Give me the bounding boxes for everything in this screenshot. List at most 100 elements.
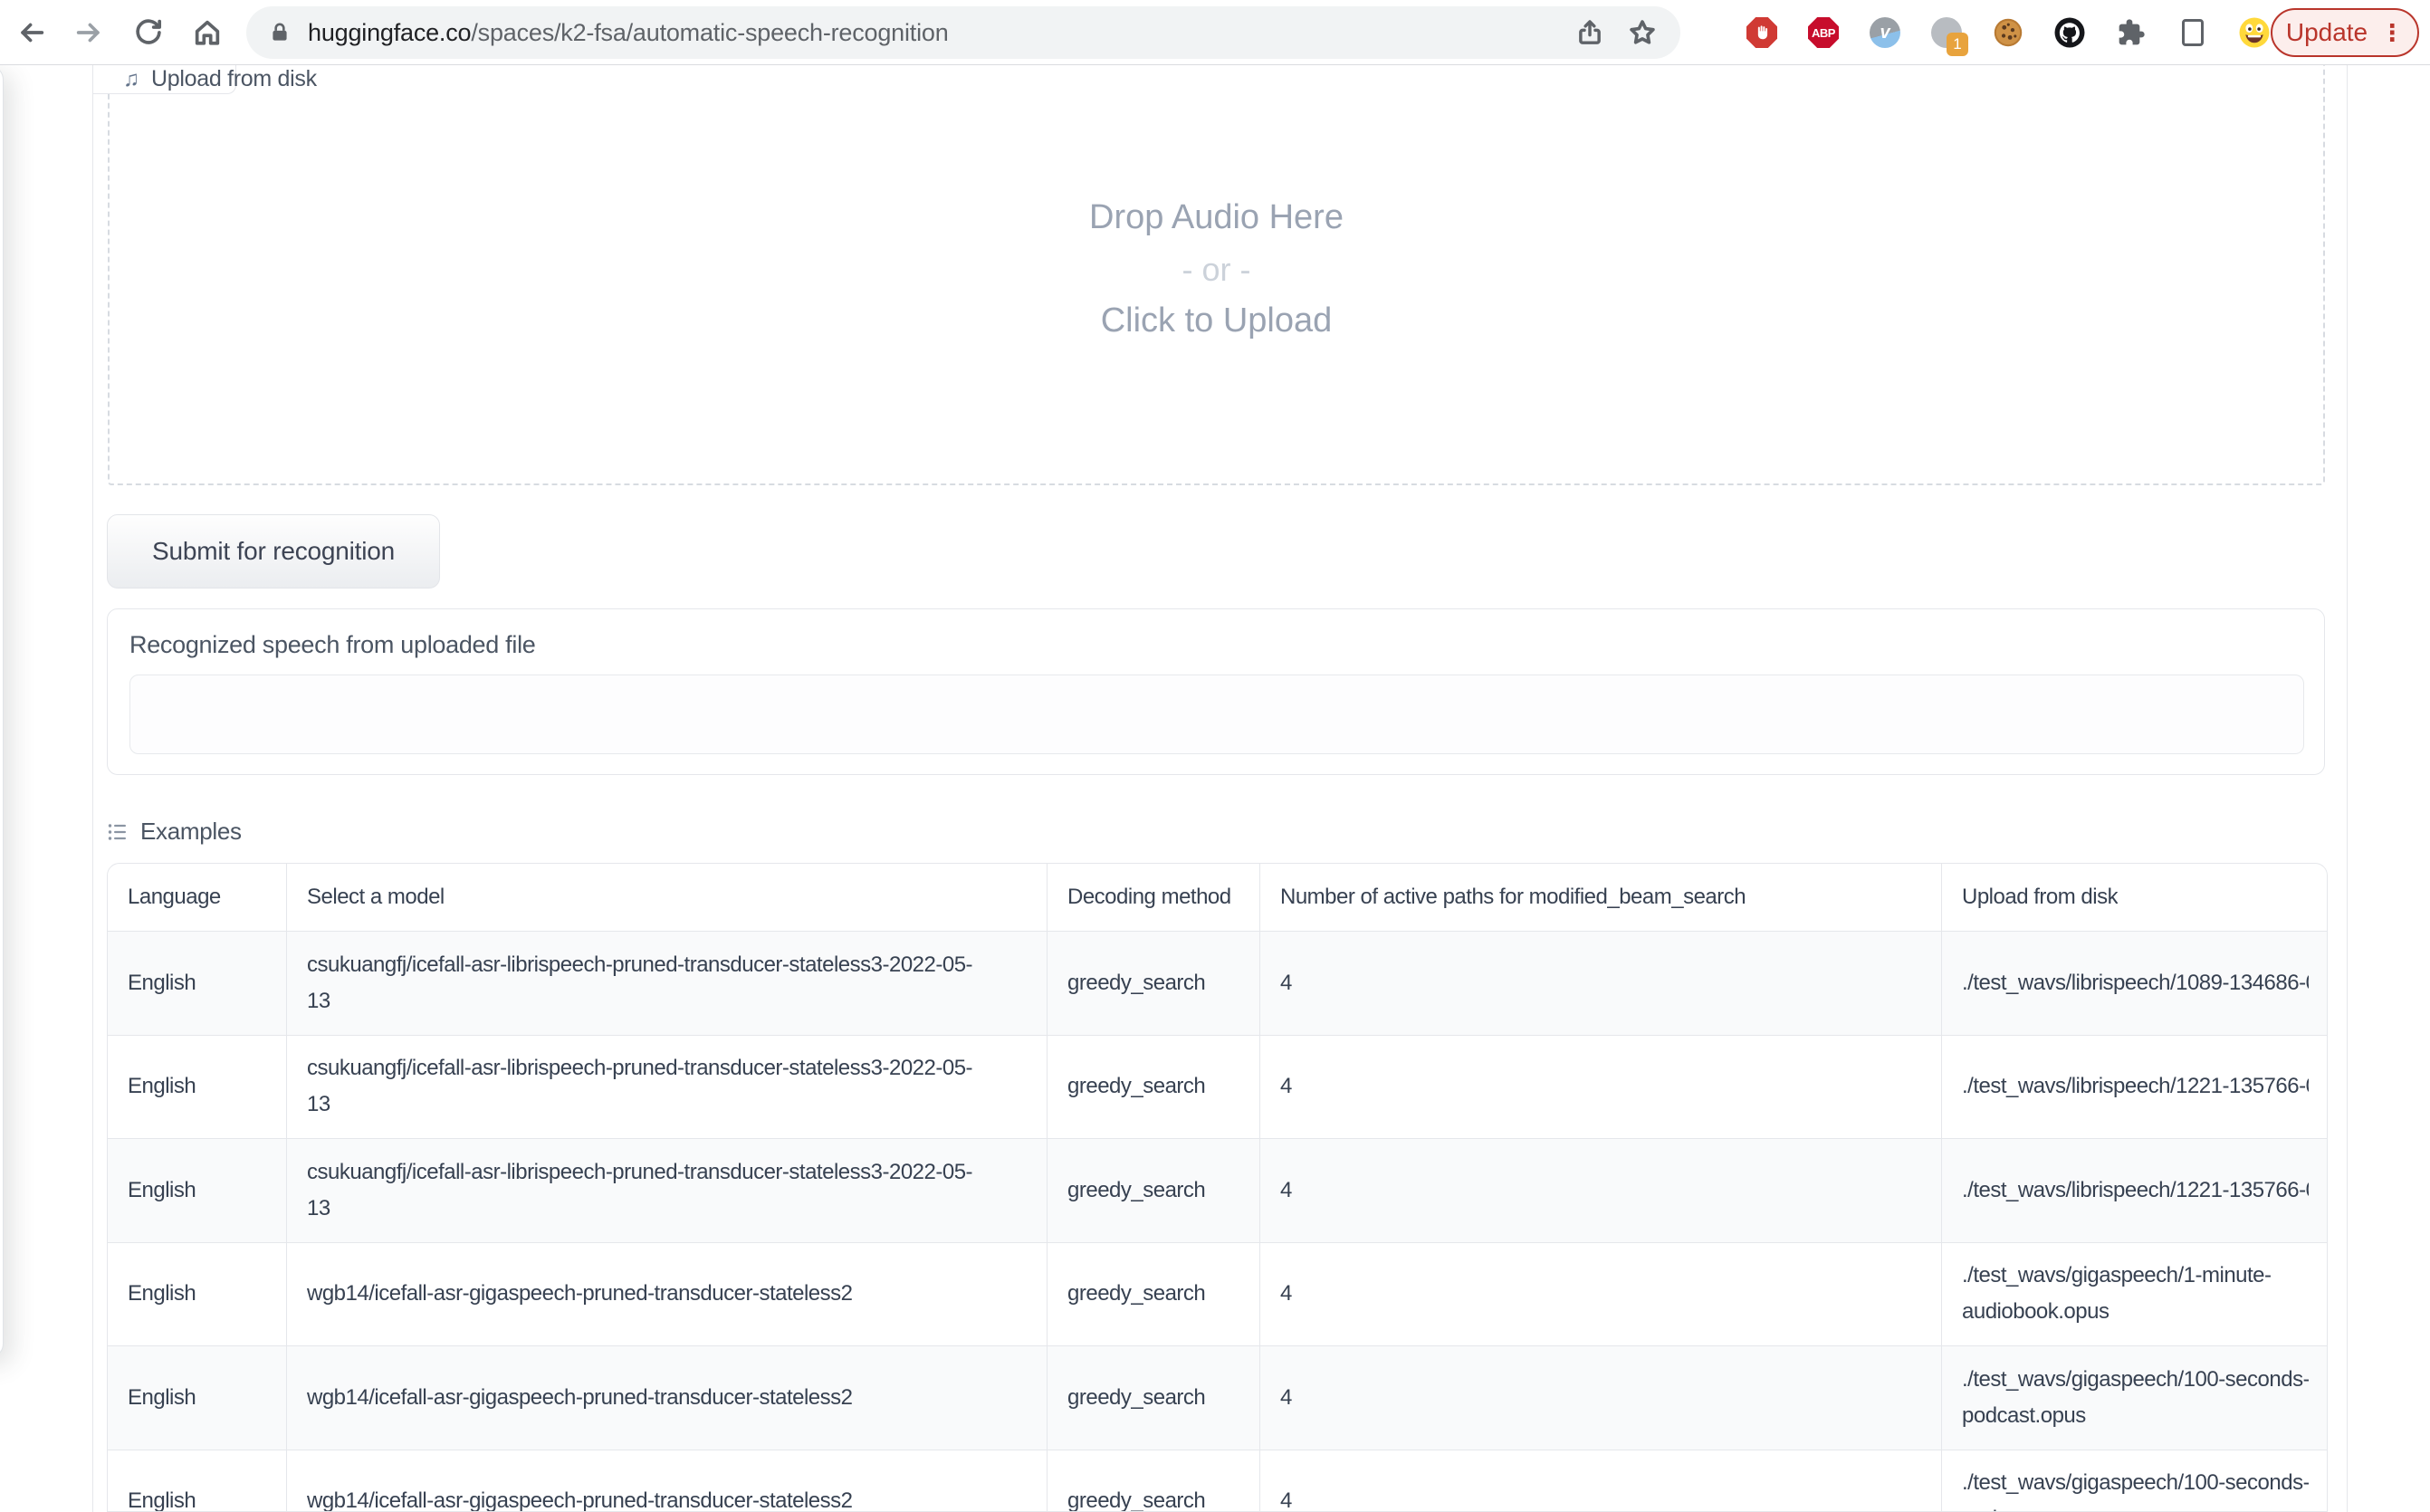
cell-language-line: English (128, 965, 196, 1001)
cell-upload-path: ./test_wavs/gigaspeech/100-seconds-podca… (1941, 1346, 2328, 1450)
cell-num-active-paths: 4 (1259, 1139, 1941, 1242)
smiley-extension-button[interactable] (2238, 16, 2271, 49)
share-button[interactable] (1570, 13, 1610, 53)
audio-dropzone[interactable] (108, 27, 2325, 485)
adblock-plus-extension-button[interactable]: ABP (1807, 16, 1840, 49)
profile-extension-button[interactable]: 1 (1930, 16, 1963, 49)
cell-upload-path: ./test_wavs/gigaspeech/100-seconds-podca… (1941, 1450, 2328, 1512)
column-header-label: Number of active paths for modified_beam… (1280, 879, 1746, 915)
cell-language: English (108, 932, 286, 1035)
upload-tab-label: Upload from disk (151, 66, 317, 92)
cell-upload-path-line: podcast.opus (1962, 1398, 2086, 1434)
cell-decoding-method: greedy_search (1047, 1036, 1259, 1139)
cookie-extension-button[interactable] (1992, 16, 2024, 49)
cell-model: wgb14/icefall-asr-gigaspeech-pruned-tran… (286, 1243, 1047, 1346)
cell-model-line: csukuangfj/icefall-asr-librispeech-prune… (307, 1154, 972, 1191)
github-extension-button[interactable] (2053, 16, 2086, 49)
cell-model: csukuangfj/icefall-asr-librispeech-prune… (286, 932, 1047, 1035)
cell-model-line: csukuangfj/icefall-asr-librispeech-prune… (307, 1050, 972, 1086)
cell-upload-path-line: ./test_wavs/gigaspeech/1-minute- (1962, 1258, 2272, 1294)
output-label: Recognized speech from uploaded file (129, 631, 536, 659)
update-button[interactable]: Update ⋮ (2271, 8, 2419, 57)
column-header: Language (108, 864, 286, 931)
adblock-hand-icon (1746, 17, 1777, 48)
cell-upload-path: ./test_wavs/librispeech/1221-135766-0001… (1941, 1036, 2328, 1139)
url-bar[interactable]: huggingface.co/spaces/k2-fsa/automatic-s… (246, 6, 1680, 59)
cell-num-active-paths-line: 4 (1280, 1172, 1292, 1209)
cell-upload-path-line: ./test_wavs/librispeech/1221-135766-0001… (1962, 1068, 2309, 1105)
cell-language: English (108, 1139, 286, 1242)
v-extension-icon: v (1870, 17, 1900, 48)
left-neighbor-card (0, 65, 4, 1358)
cell-decoding-method: greedy_search (1047, 1346, 1259, 1450)
cell-num-active-paths: 4 (1259, 1036, 1941, 1139)
table-row[interactable]: English wgb14/icefall-asr-gigaspeech-prun… (108, 1450, 2328, 1512)
cell-model: wgb14/icefall-asr-gigaspeech-pruned-tran… (286, 1346, 1047, 1450)
cell-language-line: English (128, 1483, 196, 1512)
cell-language: English (108, 1036, 286, 1139)
adblock-extension-button[interactable] (1746, 16, 1778, 49)
share-icon (1575, 17, 1604, 48)
cell-num-active-paths-line: 4 (1280, 965, 1292, 1001)
table-row[interactable]: English wgb14/icefall-asr-gigaspeech-prun… (108, 1345, 2328, 1450)
notification-badge: 1 (1947, 33, 1968, 56)
cell-model-line: wgb14/icefall-asr-gigaspeech-pruned-tran… (307, 1276, 853, 1312)
cell-num-active-paths-line: 4 (1280, 1483, 1292, 1512)
cell-upload-path-line: ./test_wavs/gigaspeech/100-seconds- (1962, 1465, 2309, 1501)
extensions-row: ABP v 1 (1746, 16, 2271, 49)
recognized-speech-textarea[interactable] (129, 675, 2304, 754)
cell-num-active-paths: 4 (1259, 932, 1941, 1035)
browser-menu-icon[interactable]: ⋮ (2380, 21, 2404, 44)
update-label: Update (2286, 18, 2368, 47)
url-path: /spaces/k2-fsa/automatic-speech-recognit… (471, 19, 948, 46)
cell-model-line: csukuangfj/icefall-asr-librispeech-prune… (307, 947, 972, 983)
cell-decoding-method-line: greedy_search (1067, 1483, 1205, 1512)
extensions-menu-button[interactable] (2115, 16, 2148, 49)
examples-table: LanguageSelect a model Decoding method Num… (107, 863, 2328, 1512)
table-row[interactable]: English csukuangfj/icefall-asr-librispeec… (108, 1035, 2328, 1139)
cell-num-active-paths-line: 4 (1280, 1276, 1292, 1312)
cell-decoding-method-line: greedy_search (1067, 965, 1205, 1001)
column-header: Select a model (286, 864, 1047, 931)
cell-decoding-method-line: greedy_search (1067, 1276, 1205, 1312)
side-panel-extension-button[interactable] (2176, 16, 2209, 49)
cell-language: English (108, 1450, 286, 1512)
url-text: huggingface.co/spaces/k2-fsa/automatic-s… (308, 19, 1557, 47)
table-row[interactable]: Englishwgb14/icefall-asr-gigaspeech-prun… (108, 1242, 2328, 1346)
cell-model: csukuangfj/icefall-asr-librispeech-prune… (286, 1036, 1047, 1139)
cell-language: English (108, 1346, 286, 1450)
table-header-row: LanguageSelect a model Decoding method Num… (108, 864, 2328, 931)
app-right-border (2347, 65, 2348, 1512)
cell-model: wgb14/icefall-asr-gigaspeech-pruned-tran… (286, 1450, 1047, 1512)
vimium-extension-button[interactable]: v (1869, 16, 1901, 49)
cell-decoding-method-line: greedy_search (1067, 1380, 1205, 1416)
column-header: Decoding method (1047, 864, 1259, 931)
cell-num-active-paths: 4 (1259, 1243, 1941, 1346)
star-icon (1627, 17, 1658, 48)
cell-model-line: wgb14/icefall-asr-gigaspeech-pruned-tran… (307, 1483, 853, 1512)
cell-decoding-method-line: greedy_search (1067, 1172, 1205, 1209)
column-header-label: Decoding method (1067, 879, 1231, 915)
examples-label: Examples (140, 818, 242, 846)
cell-upload-path-line: audiobook.opus (1962, 1294, 2109, 1330)
home-button[interactable] (191, 16, 224, 49)
puzzle-icon (2117, 18, 2146, 47)
back-button[interactable] (15, 16, 48, 49)
column-header: Number of active paths for modified_beam… (1259, 864, 1941, 931)
back-arrow-icon (16, 17, 47, 48)
table-row[interactable]: English csukuangfj/icefall-asr-librispeec… (108, 1138, 2328, 1242)
smiley-face-icon (2238, 16, 2271, 49)
forward-button[interactable] (72, 16, 105, 49)
table-row[interactable]: English csukuangfj/icefall-asr-librispeec… (108, 931, 2328, 1035)
column-header: Upload from disk (1941, 864, 2328, 931)
cell-upload-path: ./test_wavs/gigaspeech/1-minute-audioboo… (1941, 1243, 2328, 1346)
bookmark-button[interactable] (1622, 13, 1662, 53)
reload-button[interactable] (132, 16, 165, 49)
tab-upload-from-disk[interactable]: ♫ Upload from disk (93, 65, 236, 94)
submit-for-recognition-button[interactable]: Submit for recognition (107, 514, 440, 589)
cell-language-line: English (128, 1380, 196, 1416)
cell-decoding-method: greedy_search (1047, 932, 1259, 1035)
cell-num-active-paths-line: 4 (1280, 1380, 1292, 1416)
app-left-border (92, 65, 93, 1512)
reload-icon (133, 17, 164, 48)
